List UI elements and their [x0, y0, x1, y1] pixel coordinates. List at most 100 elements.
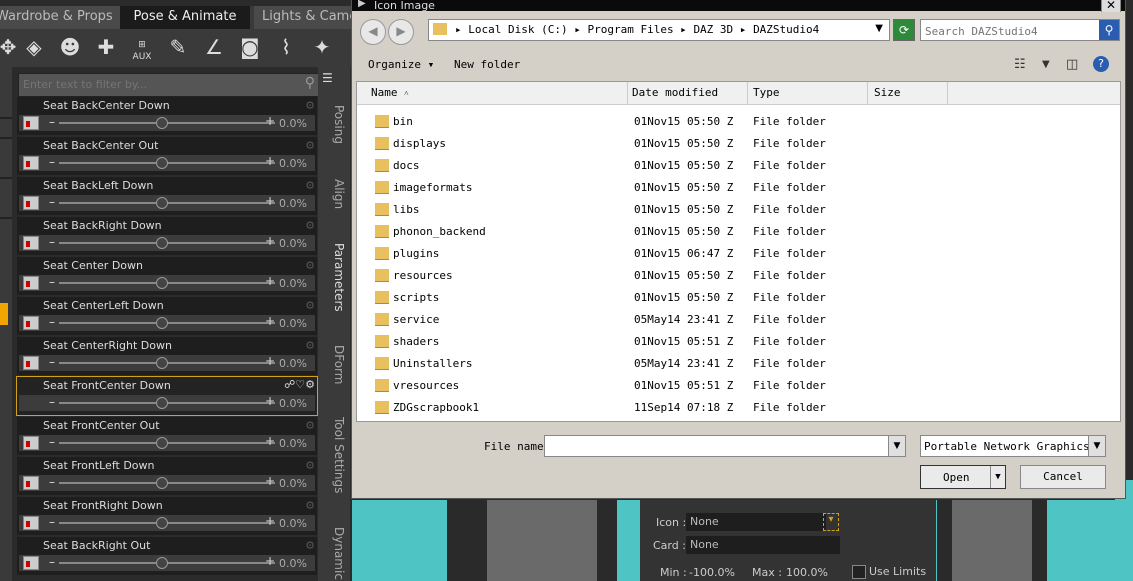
list-item[interactable]: service 05May14 23:41 Z File folder	[357, 309, 1120, 331]
preview-pane-icon[interactable]: ◫	[1066, 57, 1078, 72]
gear-icon[interactable]: ⚙	[305, 419, 315, 432]
tab-wardrobe-props[interactable]: Wardrobe & Props	[0, 6, 120, 29]
parameter-value[interactable]: 0.0%	[279, 117, 307, 130]
parameter-value[interactable]: 0.0%	[279, 277, 307, 290]
list-item[interactable]: Uninstallers 05May14 23:41 Z File folder	[357, 353, 1120, 375]
gear-icon[interactable]: ⚙	[305, 259, 315, 272]
parameter-row[interactable]: Seat BackLeft Down ⚙ – +0.0%	[17, 177, 317, 215]
list-item[interactable]: imageformats 01Nov15 05:50 Z File folder	[357, 177, 1120, 199]
chevron-down-icon[interactable]: ▼	[1088, 436, 1105, 456]
parameter-value[interactable]: 0.0%	[279, 397, 307, 410]
keyframe-icon[interactable]	[23, 436, 39, 450]
keyframe-icon[interactable]	[23, 196, 39, 210]
decrement-button[interactable]: –	[49, 515, 55, 529]
parameter-slider[interactable]: – +0.0%	[19, 274, 315, 291]
gear-icon[interactable]: ⚙	[305, 459, 315, 472]
increment-button[interactable]: +	[265, 154, 275, 168]
parameter-row[interactable]: Seat FrontCenter Down ☍♡⚙ – +0.0%	[16, 376, 318, 416]
chevron-down-icon[interactable]: ▼	[875, 23, 883, 34]
new-folder-button[interactable]: New folder	[454, 58, 520, 71]
slider-thumb[interactable]	[156, 397, 168, 409]
parameter-slider[interactable]: – +0.0%	[19, 514, 315, 531]
card-field[interactable]: None	[686, 536, 840, 554]
column-type[interactable]: Type	[748, 82, 868, 104]
parameter-slider[interactable]: – +0.0%	[19, 194, 315, 211]
side-tab-tool-settings[interactable]: Tool Settings	[322, 417, 346, 493]
gear-icon[interactable]: ⚙	[305, 219, 315, 232]
increment-button[interactable]: +	[265, 314, 275, 328]
address-bar[interactable]: ▸ Local Disk (C:) ▸ Program Files ▸ DAZ …	[428, 19, 890, 41]
increment-button[interactable]: +	[265, 274, 275, 288]
keyframe-icon[interactable]	[23, 516, 39, 530]
icon-field[interactable]: None	[686, 513, 826, 531]
decrement-button[interactable]: –	[49, 195, 55, 209]
decrement-button[interactable]: –	[49, 555, 55, 569]
decrement-button[interactable]: –	[49, 235, 55, 249]
aux-tool-icon[interactable]: ⊞ AUX	[128, 33, 156, 62]
gear-icon[interactable]: ⚙	[305, 299, 315, 312]
brush-tool-icon[interactable]: ⌇	[272, 33, 300, 61]
decrement-button[interactable]: –	[49, 475, 55, 489]
increment-button[interactable]: +	[265, 114, 275, 128]
parameter-slider[interactable]: – +0.0%	[19, 434, 315, 451]
parameter-value[interactable]: 0.0%	[279, 237, 307, 250]
parameter-slider[interactable]: – +0.0%	[19, 554, 315, 571]
open-button[interactable]: Open ▼	[920, 465, 1006, 489]
gear-icon[interactable]: ⚙	[305, 339, 315, 352]
filter-input[interactable]	[21, 76, 293, 92]
list-item[interactable]: phonon_backend 01Nov15 05:50 Z File folder	[357, 221, 1120, 243]
side-tab-dynamic[interactable]: Dynamic	[322, 527, 346, 580]
column-date-modified[interactable]: Date modified	[628, 82, 748, 104]
parameter-value[interactable]: 0.0%	[279, 477, 307, 490]
decrement-button[interactable]: –	[49, 315, 55, 329]
list-item[interactable]: plugins 01Nov15 06:47 Z File folder	[357, 243, 1120, 265]
keyframe-icon[interactable]	[23, 276, 39, 290]
keyframe-icon[interactable]	[23, 476, 39, 490]
increment-button[interactable]: +	[265, 554, 275, 568]
edit-tool-icon[interactable]: ✎	[164, 33, 192, 61]
parameter-row[interactable]: Seat Center Down ⚙ – +0.0%	[17, 257, 317, 295]
parameter-value[interactable]: 0.0%	[279, 157, 307, 170]
slider-thumb[interactable]	[156, 477, 168, 489]
help-icon[interactable]: ?	[1093, 56, 1109, 72]
list-item[interactable]: vresources 01Nov15 05:51 Z File folder	[357, 375, 1120, 397]
parameter-value[interactable]: 0.0%	[279, 317, 307, 330]
parameter-slider[interactable]: – +0.0%	[19, 354, 315, 371]
slider-thumb[interactable]	[156, 317, 168, 329]
forward-button[interactable]: ▶	[388, 19, 414, 45]
decrement-button[interactable]: –	[49, 115, 55, 129]
column-size[interactable]: Size	[868, 82, 948, 104]
increment-button[interactable]: +	[265, 394, 275, 408]
list-item[interactable]: ZDGscrapbook1 11Sep14 07:18 Z File folder	[357, 397, 1120, 419]
parameter-slider[interactable]: – +0.0%	[19, 474, 315, 491]
slider-thumb[interactable]	[156, 557, 168, 569]
gear-icon[interactable]: ⚙	[305, 99, 315, 112]
transform-tool-icon[interactable]: ✥	[0, 33, 22, 61]
slider-thumb[interactable]	[156, 437, 168, 449]
view-options-icon[interactable]: ☷	[1014, 57, 1026, 72]
breadcrumb-item[interactable]: Local Disk (C:)	[468, 23, 567, 36]
slider-thumb[interactable]	[156, 117, 168, 129]
parameter-row[interactable]: Seat CenterRight Down ⚙ – +0.0%	[17, 337, 317, 375]
side-tab-parameters[interactable]: Parameters	[322, 243, 346, 312]
file-type-select[interactable]: Portable Network Graphics (*.png) ▼	[920, 435, 1106, 457]
3d-viewport[interactable]: Icon : None ▾ Card : None Min : -100.0% …	[352, 500, 1133, 581]
increment-button[interactable]: +	[265, 514, 275, 528]
cancel-button[interactable]: Cancel	[1020, 465, 1106, 489]
parameter-slider[interactable]: – +0.0%	[19, 394, 315, 411]
figure-tool-icon[interactable]: ☻	[56, 33, 84, 61]
list-item[interactable]: resources 01Nov15 05:50 Z File folder	[357, 265, 1120, 287]
gear-icon[interactable]: ⚙	[305, 179, 315, 192]
parameter-value[interactable]: 0.0%	[279, 517, 307, 530]
parameter-value[interactable]: 0.0%	[279, 197, 307, 210]
increment-button[interactable]: +	[265, 434, 275, 448]
increment-button[interactable]: +	[265, 474, 275, 488]
use-limits-checkbox[interactable]	[852, 565, 866, 579]
parameter-slider[interactable]: – +0.0%	[19, 314, 315, 331]
browse-icon[interactable]: ▾	[823, 513, 839, 531]
side-tab-posing[interactable]: Posing	[322, 105, 346, 144]
keyframe-icon[interactable]	[23, 116, 39, 130]
keyframe-icon[interactable]	[23, 316, 39, 330]
joint-tool-icon[interactable]: ✦	[308, 33, 336, 61]
breadcrumb-item[interactable]: Program Files	[587, 23, 673, 36]
